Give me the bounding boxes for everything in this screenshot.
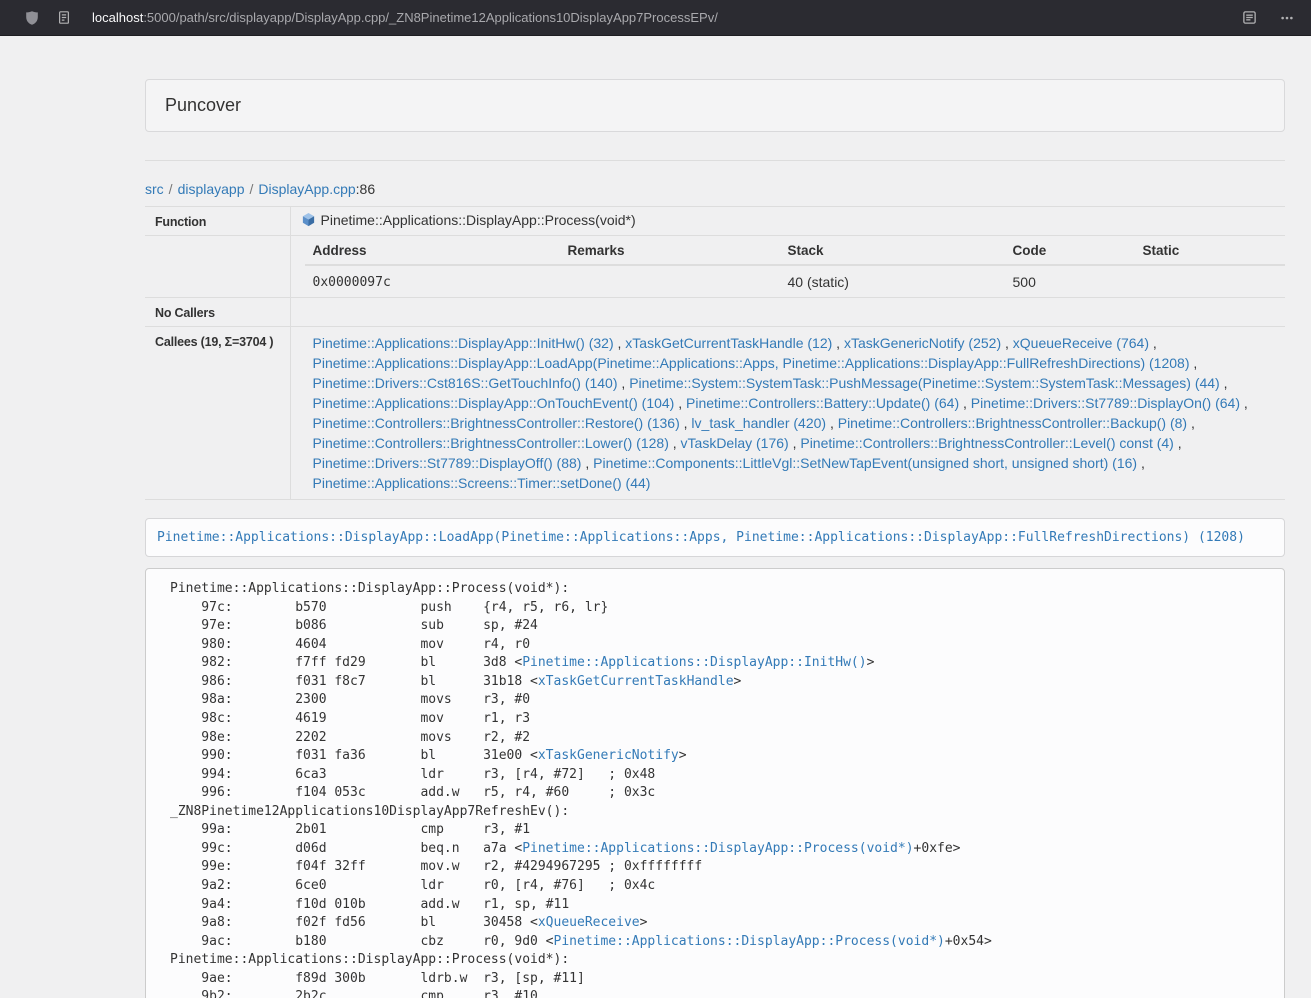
disassembly-symbol-link[interactable]: Pinetime::Applications::DisplayApp::Proc… <box>554 934 945 949</box>
callees-label: Callees (19, Σ=3704 ) <box>145 327 290 500</box>
disassembly-symbol-link[interactable]: xQueueReceive <box>538 915 640 930</box>
function-code-size: 500 <box>1005 265 1135 297</box>
callee-link[interactable]: Pinetime::Controllers::BrightnessControl… <box>313 415 680 431</box>
page-content: Puncover src/displayapp/DisplayApp.cpp:8… <box>145 79 1285 998</box>
function-stack: 40 (static) <box>780 265 1005 297</box>
table-row: Address Remarks Stack Code Static 0x0000… <box>145 236 1285 298</box>
disassembly-symbol-link[interactable]: Pinetime::Applications::DisplayApp::Init… <box>522 655 866 670</box>
disassembly-symbol-link[interactable]: Pinetime::Applications::DisplayApp::Proc… <box>522 841 913 856</box>
col-remarks: Remarks <box>560 236 780 265</box>
breadcrumb-src-link[interactable]: src <box>145 181 164 197</box>
callee-link[interactable]: Pinetime::Drivers::Cst816S::GetTouchInfo… <box>313 375 618 391</box>
function-remarks <box>560 265 780 297</box>
col-static: Static <box>1135 236 1286 265</box>
callee-link[interactable]: Pinetime::Applications::Screens::Timer::… <box>313 475 651 491</box>
function-static-size <box>1135 265 1286 297</box>
empty-row-label <box>145 236 290 298</box>
disassembly-symbol-link[interactable]: xTaskGetCurrentTaskHandle <box>538 674 734 689</box>
breadcrumb-separator: / <box>250 181 254 197</box>
breadcrumb-separator: / <box>169 181 173 197</box>
url-path: :5000/path/src/displayapp/DisplayApp.cpp… <box>143 10 718 25</box>
callee-link[interactable]: Pinetime::Controllers::BrightnessControl… <box>313 435 669 451</box>
callee-link[interactable]: Pinetime::Controllers::BrightnessControl… <box>800 435 1173 451</box>
function-stats-table: Address Remarks Stack Code Static 0x0000… <box>305 236 1286 297</box>
breadcrumb-file-link[interactable]: DisplayApp.cpp <box>258 181 355 197</box>
table-row: Callees (19, Σ=3704 ) Pinetime::Applicat… <box>145 327 1285 500</box>
table-header-row: Address Remarks Stack Code Static <box>305 236 1286 265</box>
url-text[interactable]: localhost:5000/path/src/displayapp/Displ… <box>92 10 1223 25</box>
callee-link[interactable]: Pinetime::Components::LittleVgl::SetNewT… <box>593 455 1137 471</box>
callee-link[interactable]: vTaskDelay (176) <box>681 435 789 451</box>
table-row: 0x0000097c 40 (static) 500 <box>305 265 1286 297</box>
callee-link[interactable]: Pinetime::System::SystemTask::PushMessag… <box>629 375 1220 391</box>
breadcrumb-line-number: :86 <box>356 181 375 197</box>
table-row: No Callers <box>145 298 1285 327</box>
callee-link[interactable]: Pinetime::Controllers::Battery::Update()… <box>686 395 959 411</box>
col-code: Code <box>1005 236 1135 265</box>
callee-link[interactable]: Pinetime::Applications::DisplayApp::OnTo… <box>313 395 675 411</box>
callee-link[interactable]: Pinetime::Controllers::BrightnessControl… <box>838 415 1187 431</box>
page-title: Puncover <box>165 95 241 115</box>
function-details-table: Function Pinetime::Applications::Display… <box>145 206 1285 500</box>
app-header-panel: Puncover <box>145 79 1285 132</box>
callees-list: Pinetime::Applications::DisplayApp::Init… <box>290 327 1285 500</box>
function-address: 0x0000097c <box>305 265 560 297</box>
function-type-icon <box>301 212 316 230</box>
disassembly-code: Pinetime::Applications::DisplayApp::Proc… <box>145 568 1285 998</box>
callee-link[interactable]: Pinetime::Drivers::St7789::DisplayOff() … <box>313 455 582 471</box>
callee-link[interactable]: xQueueReceive (764) <box>1013 335 1149 351</box>
site-identity-page-icon[interactable] <box>54 8 74 28</box>
no-callers-label: No Callers <box>145 298 290 327</box>
tracking-protection-shield-icon[interactable] <box>22 8 42 28</box>
callee-link[interactable]: Pinetime::Applications::DisplayApp::Init… <box>313 335 614 351</box>
callee-link[interactable]: lv_task_handler (420) <box>691 415 826 431</box>
browser-url-bar[interactable]: localhost:5000/path/src/displayapp/Displ… <box>0 0 1311 36</box>
breadcrumb: src/displayapp/DisplayApp.cpp:86 <box>145 181 1285 197</box>
callers-cell <box>290 298 1285 327</box>
callee-link[interactable]: Pinetime::Drivers::St7789::DisplayOn() (… <box>971 395 1240 411</box>
reader-mode-icon[interactable] <box>1239 8 1259 28</box>
divider <box>145 160 1285 161</box>
url-host: localhost <box>92 10 143 25</box>
col-address: Address <box>305 236 560 265</box>
function-name: Pinetime::Applications::DisplayApp::Proc… <box>321 212 636 228</box>
table-row: Function Pinetime::Applications::Display… <box>145 207 1285 236</box>
callee-link[interactable]: Pinetime::Applications::DisplayApp::Load… <box>313 355 1190 371</box>
disassembly-symbol-link[interactable]: xTaskGenericNotify <box>538 748 679 763</box>
breadcrumb-displayapp-link[interactable]: displayapp <box>178 181 245 197</box>
selected-callee-box: Pinetime::Applications::DisplayApp::Load… <box>145 518 1285 557</box>
col-stack: Stack <box>780 236 1005 265</box>
function-row-label: Function <box>145 207 290 236</box>
callee-link[interactable]: xTaskGetCurrentTaskHandle (12) <box>625 335 832 351</box>
page-actions-menu-icon[interactable] <box>1277 8 1297 28</box>
selected-callee-link[interactable]: Pinetime::Applications::DisplayApp::Load… <box>157 530 1245 545</box>
callee-link[interactable]: xTaskGenericNotify (252) <box>844 335 1001 351</box>
